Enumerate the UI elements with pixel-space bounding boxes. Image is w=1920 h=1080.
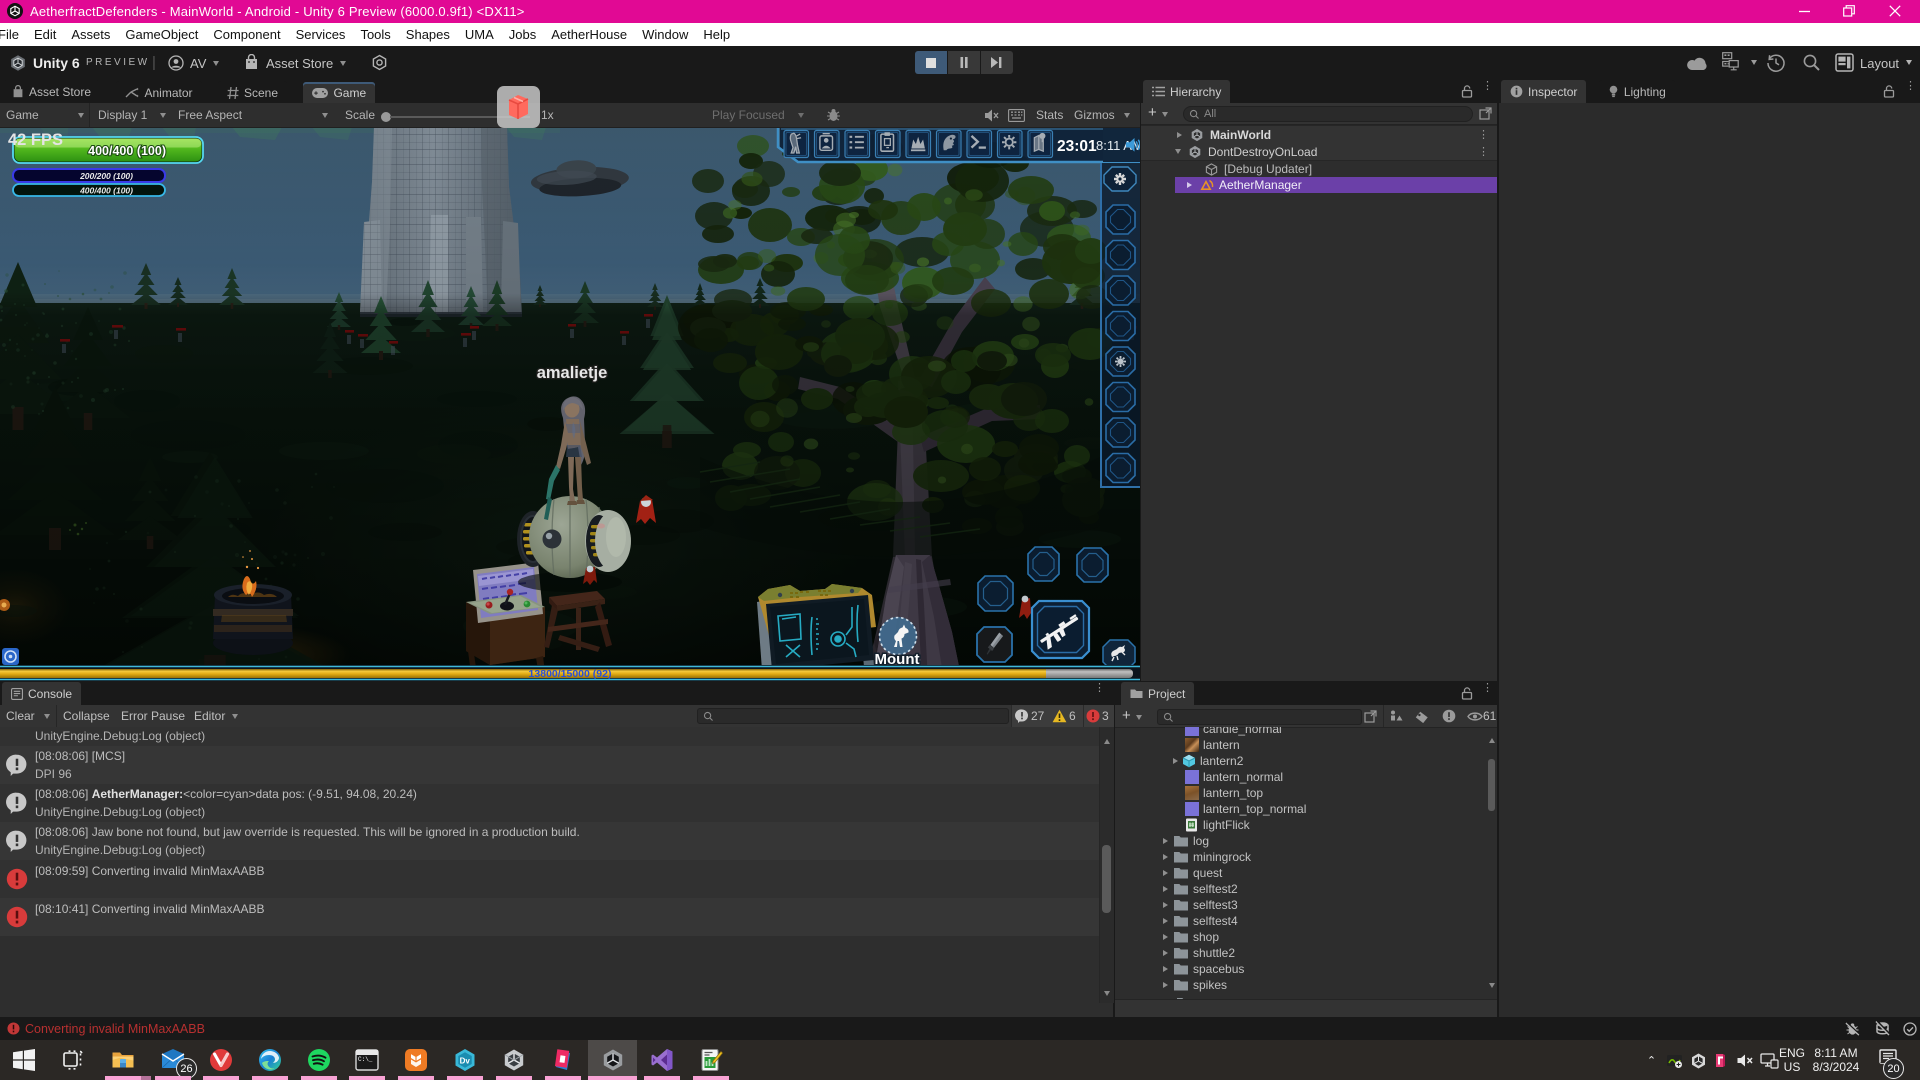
svg-text:400/400 (100): 400/400 (100) <box>88 144 166 158</box>
svg-text:42 FPS: 42 FPS <box>8 131 63 149</box>
svg-text:C:\_: C:\_ <box>358 1056 373 1063</box>
svg-text:13800/15000 (92): 13800/15000 (92) <box>529 668 612 680</box>
svg-text:200/200 (100): 200/200 (100) <box>79 171 133 181</box>
svg-text:23:01: 23:01 <box>1057 138 1097 155</box>
svg-text:Dv: Dv <box>460 1056 471 1065</box>
svg-text:400/400 (100): 400/400 (100) <box>79 186 133 196</box>
svg-text:amalietje: amalietje <box>537 364 608 382</box>
